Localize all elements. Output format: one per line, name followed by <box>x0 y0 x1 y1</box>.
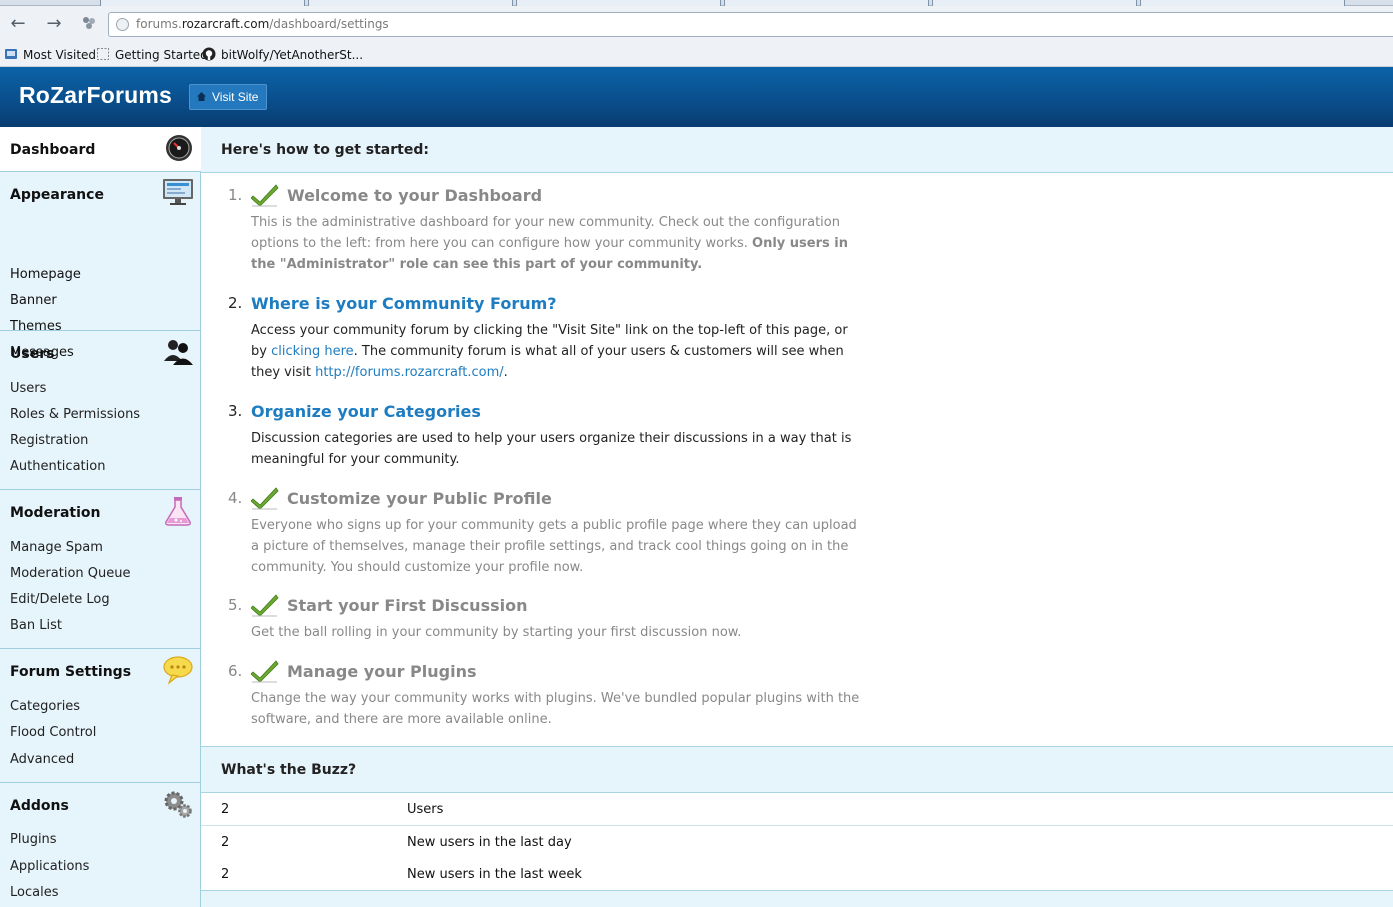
dotted-page-icon <box>96 47 110 61</box>
bookmark-github[interactable]: bitWolfy/YetAnotherSt... <box>202 47 363 63</box>
table-row: 2 Users <box>201 793 1393 826</box>
table-row: 2 New users in the last day <box>201 826 1393 859</box>
github-icon <box>202 47 216 61</box>
step-description: Everyone who signs up for your community… <box>251 518 857 575</box>
speedometer-icon <box>165 134 193 162</box>
bookmarks-bar: Most Visited Getting Started bitWolfy/Ye… <box>0 42 1393 67</box>
step-title-link[interactable]: Organize your Categories <box>251 402 481 421</box>
sidebar-item-applications[interactable]: Applications <box>10 859 89 874</box>
brand-title[interactable]: RoZarForums <box>19 82 172 109</box>
sidebar-item-manage-spam[interactable]: Manage Spam <box>10 540 103 555</box>
gears-icon <box>162 789 194 819</box>
site-header: RoZarForums Visit Site <box>0 67 1393 127</box>
forum-url-link[interactable]: http://forums.rozarcraft.com/ <box>315 365 504 380</box>
sidebar-item-users[interactable]: Users <box>10 381 46 396</box>
step-description: Change the way your community works with… <box>251 691 860 727</box>
sidebar-item-banner[interactable]: Banner <box>10 293 57 308</box>
bookmark-folder-icon <box>4 47 18 61</box>
sidebar-item-advanced[interactable]: Advanced <box>10 752 74 767</box>
visit-site-button[interactable]: Visit Site <box>189 84 268 110</box>
browser-navbar: ← → forums.rozarcraft.com/dashboard/sett… <box>0 6 1393 42</box>
step-first-discussion: 5. Start your First Discussion Get the b… <box>228 593 858 646</box>
sidebar: Dashboard Appearance Homepage Banner The… <box>0 127 201 907</box>
sidebar-item-moderation-queue[interactable]: Moderation Queue <box>10 566 130 581</box>
sidebar-item-homepage[interactable]: Homepage <box>10 267 81 282</box>
buzz-heading-bar: What's the Buzz? <box>201 746 1393 793</box>
flask-icon <box>162 496 194 526</box>
sidebar-item-edit-delete-log[interactable]: Edit/Delete Log <box>10 592 110 607</box>
clicking-here-link[interactable]: clicking here <box>271 344 354 359</box>
checkmark-icon <box>250 486 279 510</box>
step-public-profile: 4. Customize your Public Profile Everyon… <box>228 486 858 579</box>
bookmark-getting-started[interactable]: Getting Started <box>96 47 208 63</box>
step-community-forum: 2. Where is your Community Forum? Access… <box>228 294 858 384</box>
step-title: Customize your Public Profile <box>287 489 552 508</box>
step-description: Get the ball rolling in your community b… <box>251 625 742 640</box>
step-plugins: 6. Manage your Plugins Change the way yo… <box>228 659 860 732</box>
step-title-link[interactable]: Where is your Community Forum? <box>251 294 557 313</box>
table-row: 2 New users in the last week <box>201 858 1393 891</box>
sidebar-item-categories[interactable]: Categories <box>10 699 80 714</box>
sidebar-item-authentication[interactable]: Authentication <box>10 459 105 474</box>
sidebar-item-plugins[interactable]: Plugins <box>10 832 57 847</box>
checkmark-icon <box>250 659 279 683</box>
step-title: Start your First Discussion <box>287 596 528 615</box>
checkmark-icon <box>250 593 279 617</box>
step-title: Welcome to your Dashboard <box>287 186 543 205</box>
sidebar-item-dashboard[interactable]: Dashboard <box>0 127 201 172</box>
sidebar-item-flood-control[interactable]: Flood Control <box>10 725 96 740</box>
forward-arrow-icon[interactable]: → <box>43 14 65 34</box>
back-arrow-icon[interactable]: ← <box>7 14 29 34</box>
buzz-title: What's the Buzz? <box>221 762 357 778</box>
url-text: forums.rozarcraft.com/dashboard/settings <box>136 17 389 31</box>
get-started-heading-bar: Here's how to get started: <box>201 127 1393 173</box>
checkmark-icon <box>250 183 279 207</box>
sidebar-item-registration[interactable]: Registration <box>10 433 88 448</box>
bookmark-most-visited[interactable]: Most Visited <box>4 47 96 63</box>
sidebar-item-ban-list[interactable]: Ban List <box>10 618 62 633</box>
sidebar-item-locales[interactable]: Locales <box>10 885 58 900</box>
step-title: Manage your Plugins <box>287 662 477 681</box>
reload-icon[interactable] <box>78 14 100 34</box>
speech-bubble-icon <box>162 655 194 685</box>
step-description: Access your community forum by clicking … <box>251 323 848 380</box>
step-categories: 3. Organize your Categories Discussion c… <box>228 402 858 472</box>
url-input[interactable]: forums.rozarcraft.com/dashboard/settings <box>108 12 1393 37</box>
step-description: This is the administrative dashboard for… <box>251 215 848 272</box>
step-welcome: 1. Welcome to your Dashboard This is the… <box>228 183 858 276</box>
get-started-title: Here's how to get started: <box>221 142 429 158</box>
monitor-icon <box>162 177 194 207</box>
sidebar-item-roles-permissions[interactable]: Roles & Permissions <box>10 407 140 422</box>
users-icon <box>162 337 194 367</box>
home-icon <box>197 85 206 101</box>
step-description: Discussion categories are used to help y… <box>251 431 852 467</box>
globe-icon <box>116 18 129 31</box>
bottom-strip <box>201 890 1393 907</box>
sidebar-group-appearance: Appearance Homepage Banner Themes Messag… <box>0 172 200 360</box>
